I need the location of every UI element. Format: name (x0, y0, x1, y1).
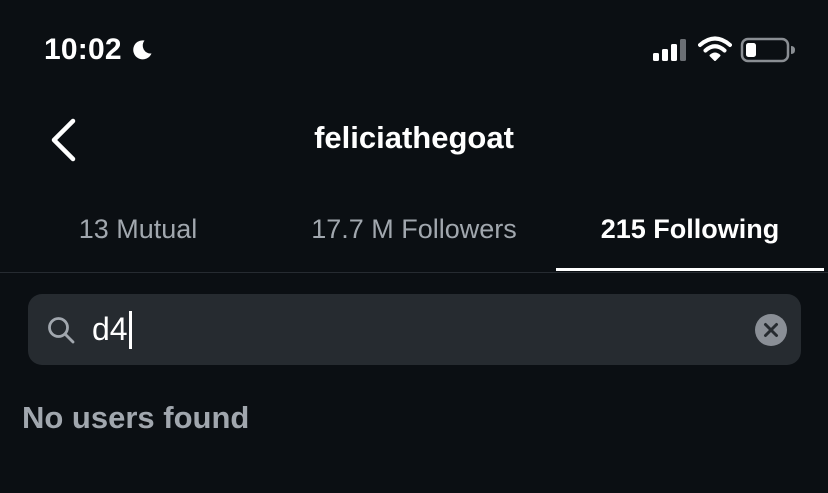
search-input-value: d4 (92, 311, 128, 347)
no-results-message: No users found (22, 400, 250, 435)
search-icon (48, 317, 75, 344)
battery-icon (740, 37, 795, 63)
signal-icon (653, 39, 686, 61)
clear-icon[interactable] (755, 314, 787, 346)
nav-bar: feliciathegoat (0, 96, 828, 186)
active-tab-indicator (556, 268, 824, 271)
status-bar: 10:02 (0, 0, 828, 96)
text-caret (128, 310, 132, 349)
status-time: 10:02 (44, 33, 122, 66)
moon-icon (132, 40, 152, 60)
profile-username-title: feliciathegoat (314, 120, 514, 155)
search-input[interactable]: d4 (92, 294, 132, 365)
tab-bar: 13 Mutual 17.7 M Followers 215 Following (0, 186, 828, 273)
tab-followers[interactable]: 17.7 M Followers (276, 186, 552, 272)
status-time-group: 10:02 (44, 30, 154, 70)
wifi-icon (698, 36, 732, 61)
tab-mutual[interactable]: 13 Mutual (0, 186, 276, 272)
tab-following[interactable]: 215 Following (556, 186, 824, 272)
search-bar[interactable]: d4 (28, 294, 801, 365)
